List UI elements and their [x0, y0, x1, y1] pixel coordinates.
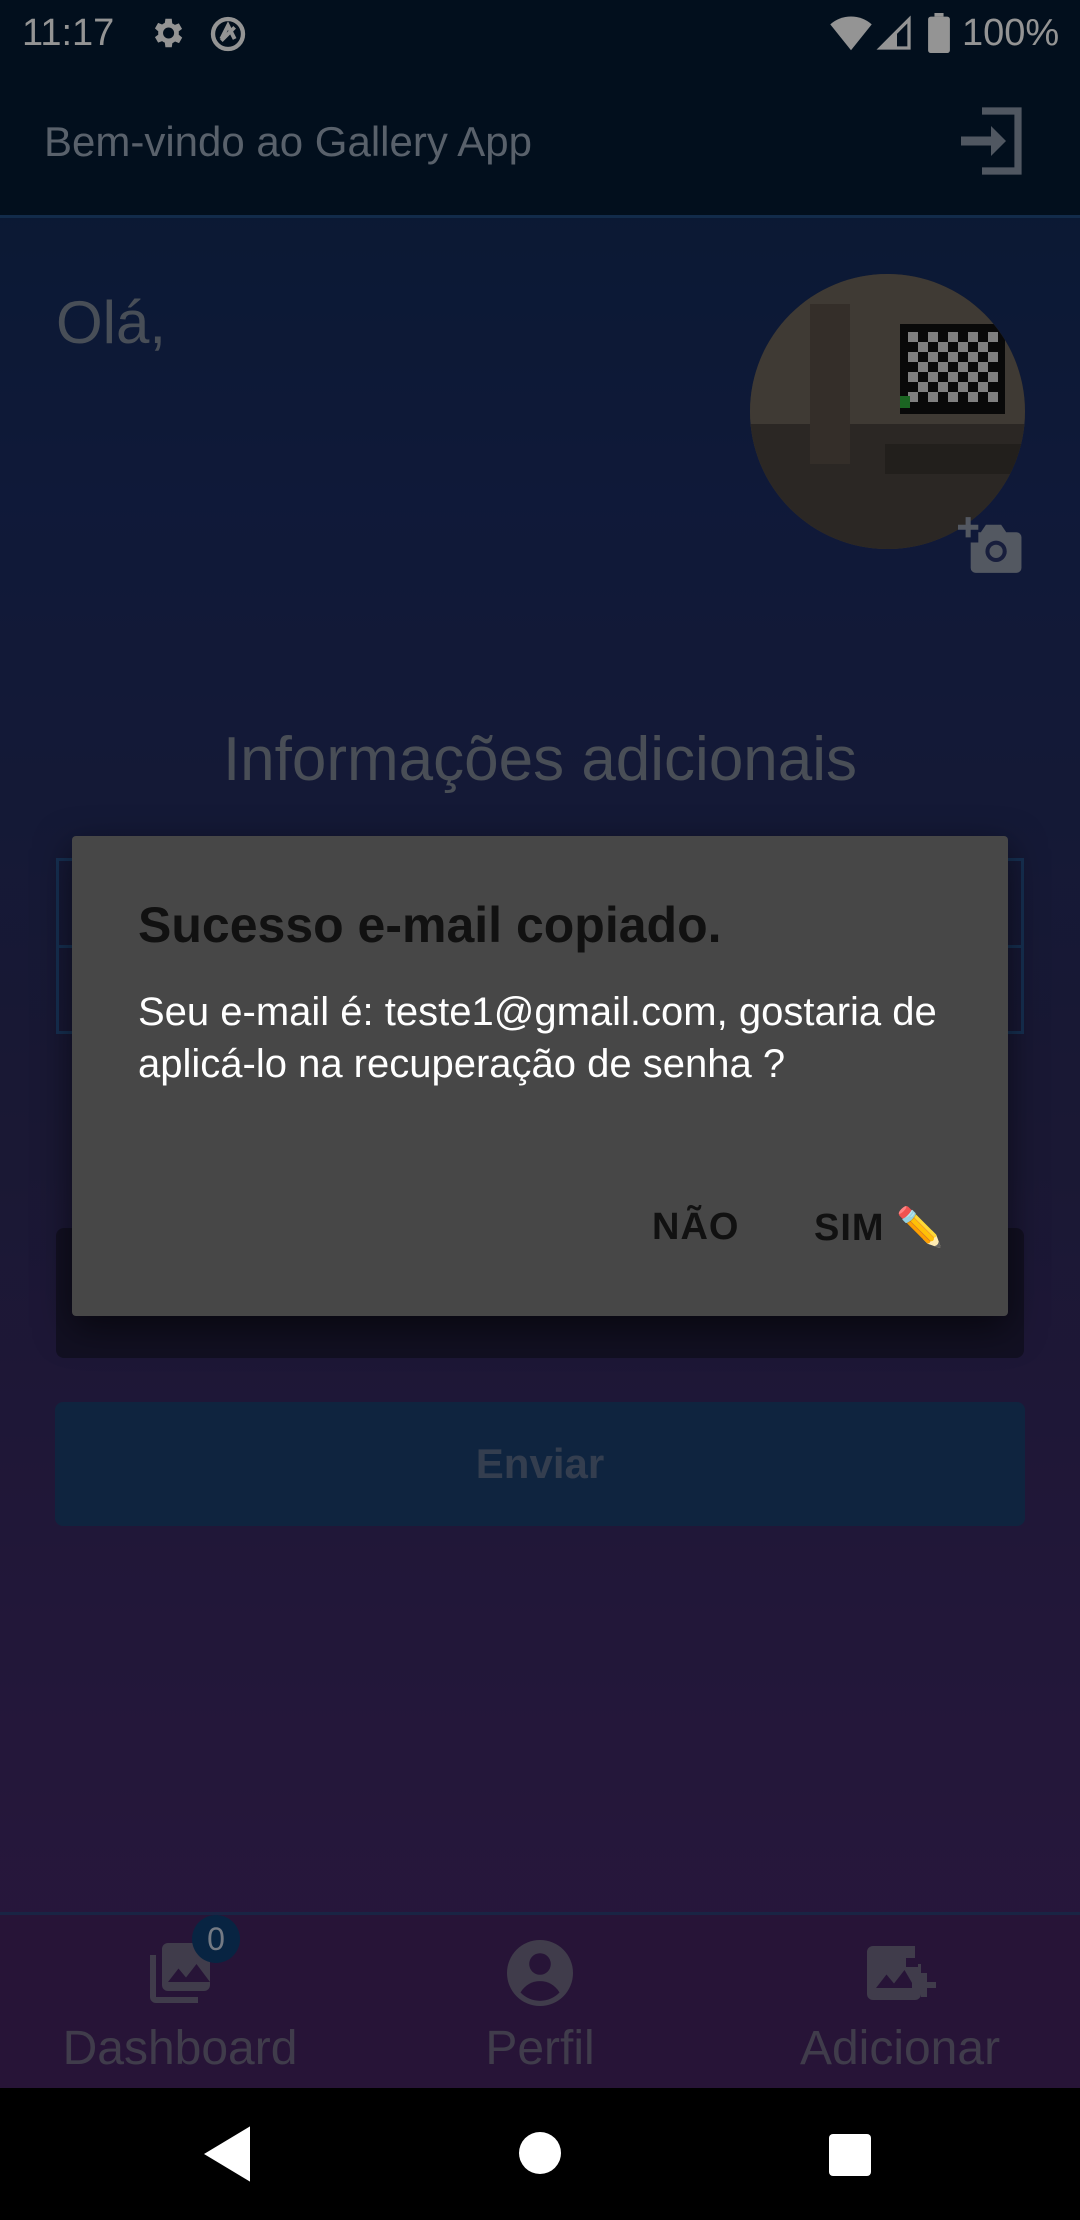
dialog-title: Sucesso e-mail copiado.: [138, 897, 722, 953]
dialog-no-button[interactable]: NÃO: [652, 1206, 739, 1249]
dialog-message: Seu e-mail é: teste1@gmail.com, gostaria…: [138, 990, 937, 1086]
alert-dialog: Sucesso e-mail copiado. Seu e-mail é: te…: [72, 836, 1008, 1316]
app-screen: 11:17 100% Bem-vindo ao Gallery App Olá,…: [0, 0, 1080, 2220]
system-navigation-bar: [0, 2088, 1080, 2220]
back-icon[interactable]: [204, 2126, 250, 2182]
recent-apps-icon[interactable]: [829, 2134, 871, 2176]
home-icon[interactable]: [519, 2132, 561, 2174]
dialog-yes-button[interactable]: SIM ✏️: [814, 1206, 944, 1250]
